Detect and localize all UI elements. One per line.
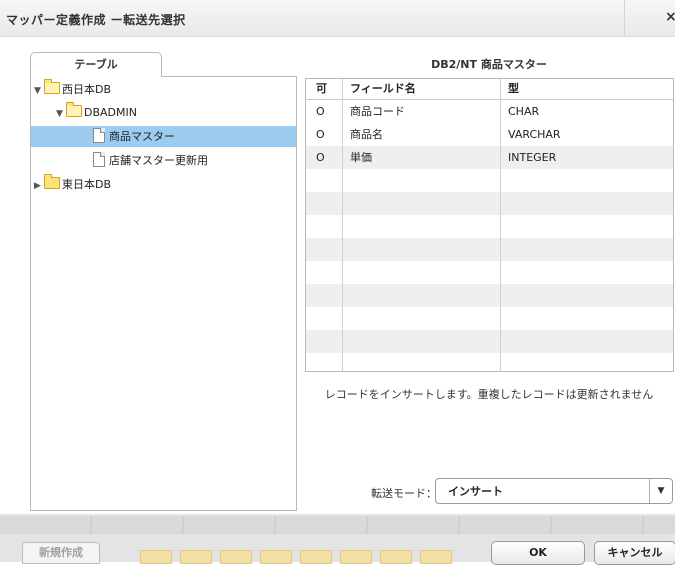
row-type: VARCHAR xyxy=(508,128,561,141)
tree-node-label: DBADMIN xyxy=(84,106,137,119)
header-writable[interactable]: 可 xyxy=(316,79,327,99)
row-flag: O xyxy=(316,105,325,118)
dialog-title: マッパー定義作成 ー転送先選択 xyxy=(6,13,186,27)
grid-stripe xyxy=(306,238,673,261)
row-field: 単価 xyxy=(350,151,372,164)
transfer-mode-select[interactable]: インサート ▼ xyxy=(435,478,673,504)
transfer-mode-value: インサート xyxy=(448,485,503,498)
background-tab-strip xyxy=(0,516,675,534)
tree-node-product-master[interactable]: 商品マスター xyxy=(31,126,296,147)
cancel-button[interactable]: キャンセル xyxy=(594,541,675,565)
table-row[interactable]: O 商品コード CHAR xyxy=(306,100,673,123)
header-field-name[interactable]: フィールド名 xyxy=(350,79,416,99)
mode-description: レコードをインサートします。重複したレコードは更新されません xyxy=(324,388,654,401)
grid-stripe xyxy=(306,284,673,307)
row-type: INTEGER xyxy=(508,151,557,164)
expanded-arrow-icon[interactable]: ▼ xyxy=(34,81,44,102)
grid-stripe xyxy=(306,330,673,353)
grid-stripe xyxy=(306,192,673,215)
titlebar-divider xyxy=(624,0,625,36)
row-flag: O xyxy=(316,128,325,141)
column-divider xyxy=(500,79,501,371)
folder-open-icon xyxy=(44,79,60,94)
column-divider xyxy=(342,79,343,371)
tree-node-store-master-update[interactable]: 店舗マスター更新用 xyxy=(31,150,208,171)
new-button[interactable]: 新規作成 xyxy=(22,542,100,564)
tree-node-dbadmin[interactable]: ▼ DBADMIN xyxy=(56,102,137,123)
tree-node-label: 西日本DB xyxy=(62,83,112,96)
row-field: 商品名 xyxy=(350,128,383,141)
tree-node-label: 商品マスター xyxy=(109,130,175,143)
folder-open-icon xyxy=(66,102,82,117)
row-type: CHAR xyxy=(508,105,540,118)
table-tree: ▼ 西日本DB ▼ DBADMIN 商品マスター 店舗マスター更新用 ▶ 東日本DB xyxy=(30,76,297,511)
row-flag: O xyxy=(316,151,325,164)
transfer-mode-label: 転送モード： xyxy=(371,487,437,500)
table-row[interactable]: O 商品名 VARCHAR xyxy=(306,123,673,146)
tree-node-east-japan-db[interactable]: ▶ 東日本DB xyxy=(34,174,111,195)
dropdown-arrow-icon[interactable]: ▼ xyxy=(649,479,672,503)
close-icon[interactable]: × xyxy=(665,9,675,25)
row-field: 商品コード xyxy=(350,105,405,118)
field-grid: 可 フィールド名 型 O 商品コード CHAR O 商品名 VARCHAR O … xyxy=(305,78,674,372)
collapsed-arrow-icon[interactable]: ▶ xyxy=(34,176,44,197)
table-title: DB2/NT 商品マスター xyxy=(431,58,547,71)
table-row[interactable]: O 単価 INTEGER xyxy=(306,146,673,169)
table-icon xyxy=(93,152,105,167)
tab-table[interactable]: テーブル xyxy=(30,52,162,77)
tree-node-label: 店舗マスター更新用 xyxy=(109,154,208,167)
header-type[interactable]: 型 xyxy=(508,79,519,99)
tree-node-label: 東日本DB xyxy=(62,178,112,191)
ok-button[interactable]: OK xyxy=(491,541,585,565)
folder-icon xyxy=(44,174,60,189)
dialog-titlebar: マッパー定義作成 ー転送先選択 × xyxy=(0,0,675,37)
table-icon xyxy=(93,128,105,143)
grid-header: 可 フィールド名 型 xyxy=(306,79,673,100)
expanded-arrow-icon[interactable]: ▼ xyxy=(56,104,66,125)
tree-node-west-japan-db[interactable]: ▼ 西日本DB xyxy=(34,79,111,100)
